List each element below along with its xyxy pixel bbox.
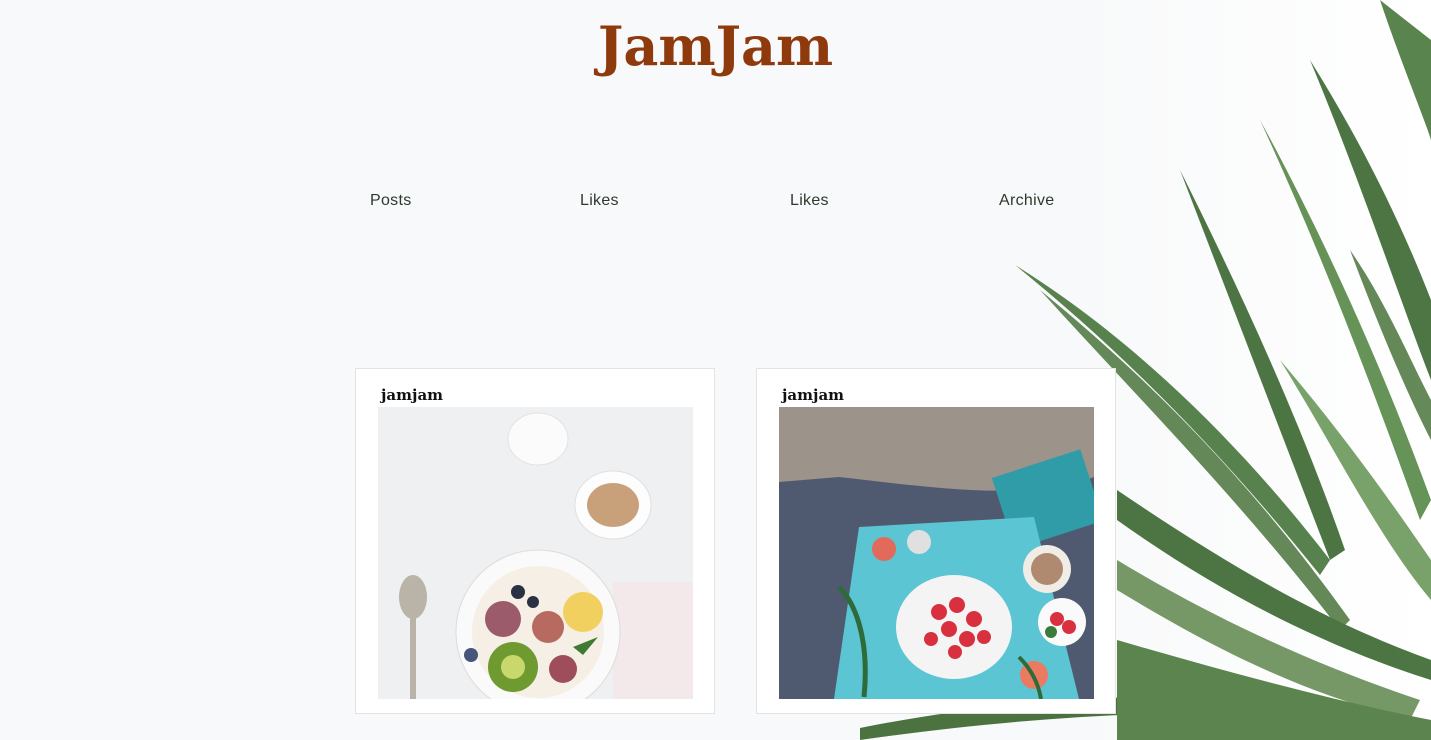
nav-archive[interactable]: Archive (999, 192, 1054, 210)
site-title[interactable]: JamJam (0, 14, 1431, 78)
post-author[interactable]: jamjam (381, 386, 443, 404)
post-card: jamjam (756, 368, 1116, 714)
main-nav: Posts Likes Likes Archive (0, 192, 1431, 218)
post-card: jamjam (355, 368, 715, 714)
nav-posts[interactable]: Posts (370, 192, 412, 210)
breakfast-bowl-photo[interactable] (378, 407, 693, 699)
nav-likes[interactable]: Likes (580, 192, 619, 210)
nav-likes-2[interactable]: Likes (790, 192, 829, 210)
plant-background-image (860, 0, 1431, 740)
breakfast-tray-photo[interactable] (779, 407, 1094, 699)
post-author[interactable]: jamjam (782, 386, 844, 404)
